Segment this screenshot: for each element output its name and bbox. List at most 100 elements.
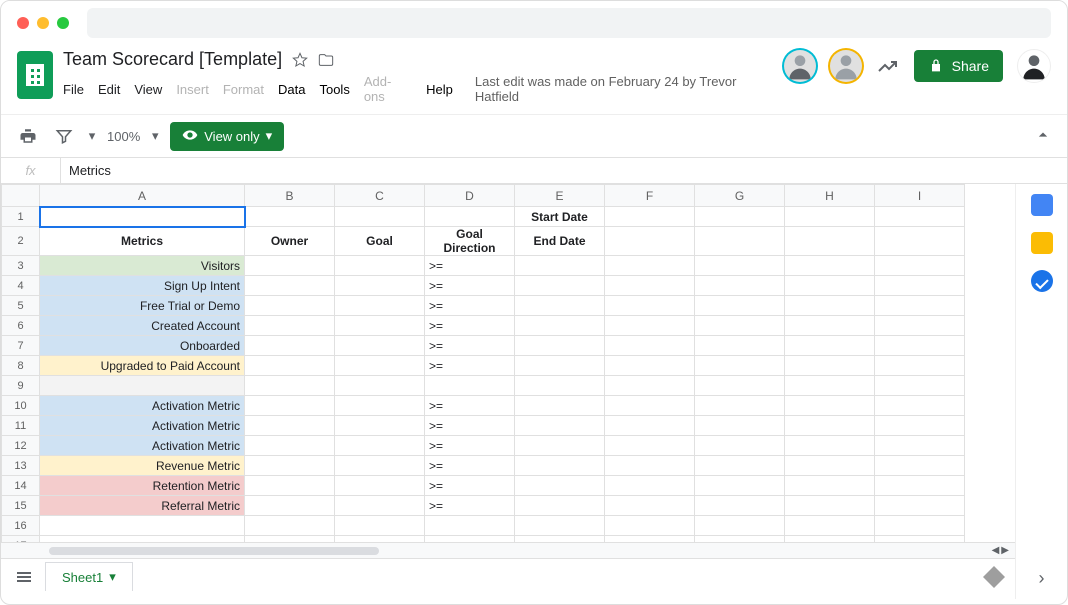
cell[interactable] (875, 496, 965, 516)
cell[interactable] (695, 207, 785, 227)
cell[interactable] (40, 207, 245, 227)
cell[interactable] (695, 416, 785, 436)
cell[interactable] (245, 356, 335, 376)
cell[interactable] (785, 316, 875, 336)
filter-icon[interactable] (51, 123, 77, 149)
cell[interactable]: >= (425, 396, 515, 416)
cell[interactable] (515, 496, 605, 516)
cell[interactable] (875, 276, 965, 296)
print-icon[interactable] (15, 123, 41, 149)
cell[interactable] (605, 416, 695, 436)
cell[interactable] (875, 256, 965, 276)
cell[interactable] (695, 296, 785, 316)
cell[interactable] (695, 476, 785, 496)
cell[interactable]: Visitors (40, 256, 245, 276)
cell[interactable] (875, 536, 965, 543)
menu-view[interactable]: View (134, 82, 162, 97)
cell[interactable] (605, 396, 695, 416)
horizontal-scrollbar[interactable]: ◀▶ (1, 542, 1015, 558)
cell[interactable] (335, 336, 425, 356)
cell[interactable] (605, 356, 695, 376)
cell[interactable] (695, 227, 785, 256)
row-header[interactable]: 7 (2, 336, 40, 356)
cell[interactable] (695, 396, 785, 416)
minimize-window-icon[interactable] (37, 17, 49, 29)
cell[interactable] (515, 336, 605, 356)
cell[interactable] (875, 456, 965, 476)
cell[interactable] (875, 396, 965, 416)
cell[interactable] (695, 336, 785, 356)
tasks-icon[interactable] (1031, 270, 1053, 292)
cell[interactable] (605, 276, 695, 296)
grid-wrap[interactable]: A B C D E F G H I 1Start Date2MetricsOwn… (1, 184, 1015, 542)
cell[interactable] (245, 396, 335, 416)
row-header[interactable]: 10 (2, 396, 40, 416)
menu-data[interactable]: Data (278, 82, 305, 97)
cell[interactable] (245, 376, 335, 396)
cell[interactable] (875, 416, 965, 436)
cell[interactable] (875, 356, 965, 376)
cell[interactable] (515, 476, 605, 496)
cell[interactable]: Retention Metric (40, 476, 245, 496)
cell[interactable]: >= (425, 416, 515, 436)
cell[interactable] (245, 256, 335, 276)
last-edit-text[interactable]: Last edit was made on February 24 by Tre… (475, 74, 784, 104)
maximize-window-icon[interactable] (57, 17, 69, 29)
cell[interactable]: Activation Metric (40, 416, 245, 436)
cell[interactable] (40, 516, 245, 536)
cell[interactable]: >= (425, 256, 515, 276)
cell[interactable] (40, 376, 245, 396)
cell[interactable]: Metrics (40, 227, 245, 256)
cell[interactable] (605, 536, 695, 543)
cell[interactable] (695, 316, 785, 336)
cell[interactable] (245, 496, 335, 516)
col-header-H[interactable]: H (785, 185, 875, 207)
menu-tools[interactable]: Tools (319, 82, 349, 97)
cell[interactable] (515, 256, 605, 276)
col-header-I[interactable]: I (875, 185, 965, 207)
cell[interactable]: End Date (515, 227, 605, 256)
cell[interactable] (335, 476, 425, 496)
menu-insert[interactable]: Insert (176, 82, 209, 97)
cell[interactable] (785, 207, 875, 227)
row-header[interactable]: 2 (2, 227, 40, 256)
star-icon[interactable] (292, 52, 308, 68)
cell[interactable] (785, 227, 875, 256)
cell[interactable] (245, 276, 335, 296)
filter-dropdown-icon[interactable]: ▾ (87, 123, 97, 149)
col-header-C[interactable]: C (335, 185, 425, 207)
sheet-tab[interactable]: Sheet1 ▾ (45, 562, 133, 591)
cell[interactable] (245, 476, 335, 496)
cell[interactable]: >= (425, 316, 515, 336)
cell[interactable] (335, 496, 425, 516)
cell[interactable] (785, 396, 875, 416)
cell[interactable] (785, 536, 875, 543)
cell[interactable] (605, 296, 695, 316)
cell[interactable] (785, 296, 875, 316)
cell[interactable] (245, 207, 335, 227)
cell[interactable] (785, 416, 875, 436)
collapse-toolbar-icon[interactable] (1033, 125, 1053, 148)
cell[interactable] (695, 376, 785, 396)
cell[interactable] (515, 316, 605, 336)
cell[interactable]: >= (425, 496, 515, 516)
cell[interactable] (245, 456, 335, 476)
cell[interactable] (605, 436, 695, 456)
cell[interactable] (245, 416, 335, 436)
cell[interactable] (605, 256, 695, 276)
cell[interactable] (335, 376, 425, 396)
cell[interactable] (785, 516, 875, 536)
explore-icon[interactable] (983, 566, 1005, 588)
sheets-logo-icon[interactable] (17, 51, 53, 99)
row-header[interactable]: 13 (2, 456, 40, 476)
cell[interactable] (515, 516, 605, 536)
cell[interactable]: Start Date (515, 207, 605, 227)
cell[interactable] (785, 496, 875, 516)
cell[interactable] (875, 516, 965, 536)
cell[interactable] (335, 207, 425, 227)
row-header[interactable]: 14 (2, 476, 40, 496)
cell[interactable] (515, 456, 605, 476)
col-header-G[interactable]: G (695, 185, 785, 207)
cell[interactable]: Revenue Metric (40, 456, 245, 476)
row-header[interactable]: 3 (2, 256, 40, 276)
